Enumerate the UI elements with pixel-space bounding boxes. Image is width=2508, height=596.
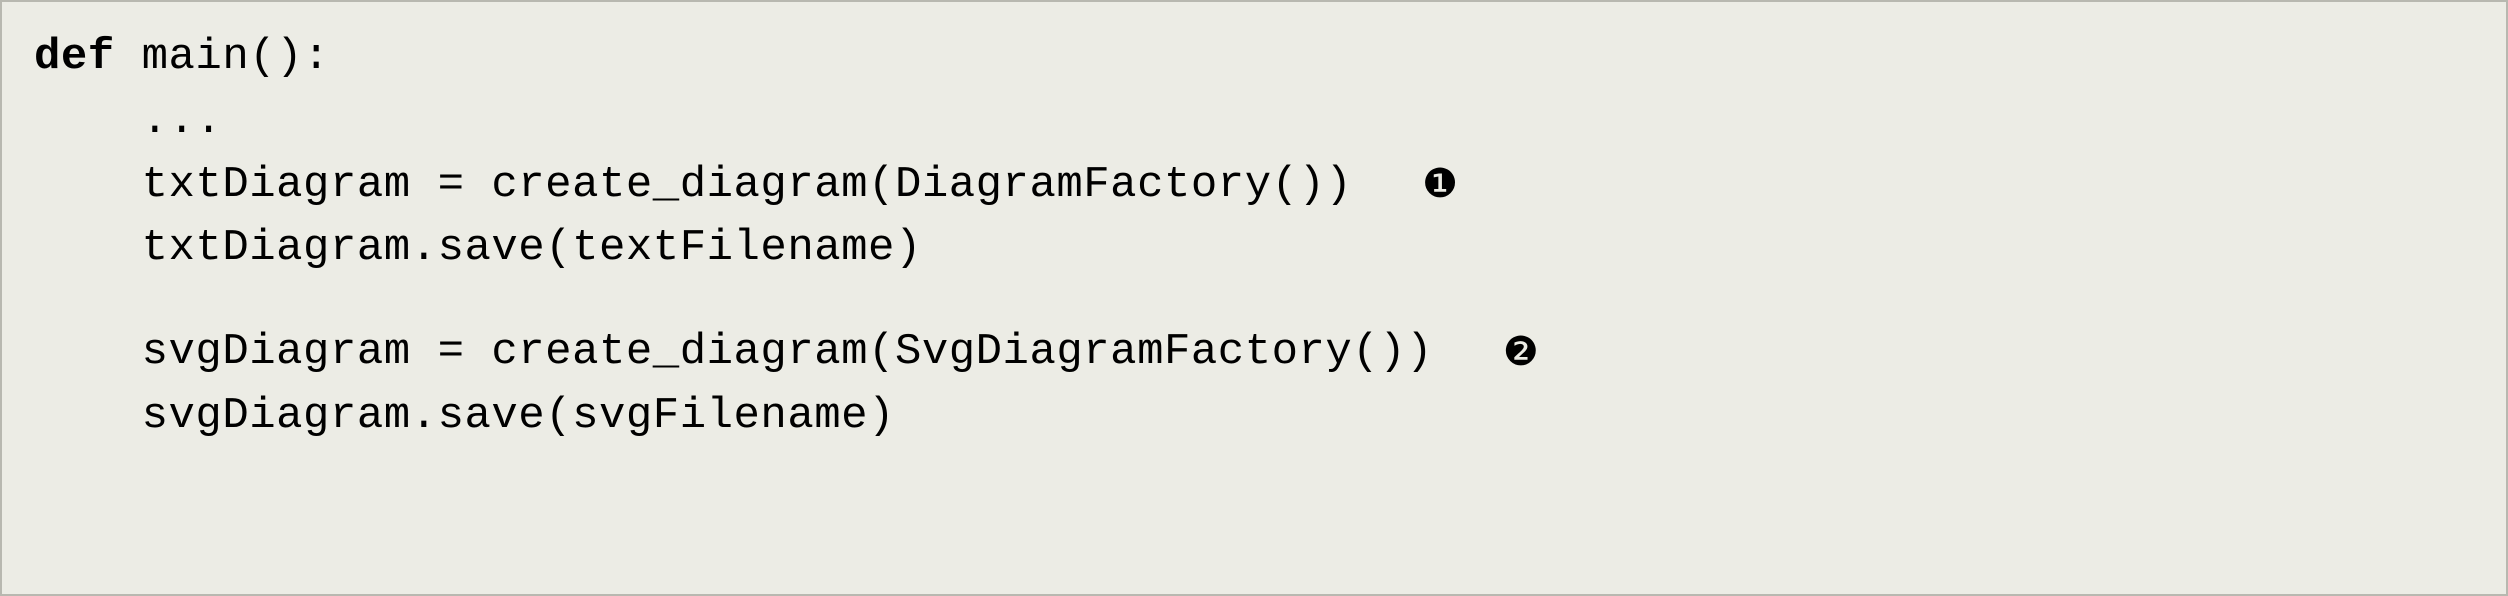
callout-marker-2: ❷ (1503, 330, 1539, 374)
code-line-1-rest: main(): (115, 32, 330, 82)
blank-line (34, 281, 2474, 321)
code-line-3: txtDiagram = create_diagram(DiagramFacto… (34, 154, 2474, 218)
code-line-5: svgDiagram = create_diagram(SvgDiagramFa… (34, 321, 2474, 385)
code-line-1: def main(): (34, 26, 2474, 90)
code-line-4: txtDiagram.save(textFilename) (34, 217, 2474, 281)
code-block: def main(): ... txtDiagram = create_diag… (0, 0, 2508, 596)
code-line-5-text: svgDiagram = create_diagram(SvgDiagramFa… (34, 327, 1433, 377)
code-line-2: ... (34, 90, 2474, 154)
callout-marker-1: ❶ (1422, 162, 1458, 206)
code-line-3-text: txtDiagram = create_diagram(DiagramFacto… (34, 160, 1352, 210)
code-line-6: svgDiagram.save(svgFilename) (34, 385, 2474, 449)
keyword-def: def (34, 32, 115, 82)
